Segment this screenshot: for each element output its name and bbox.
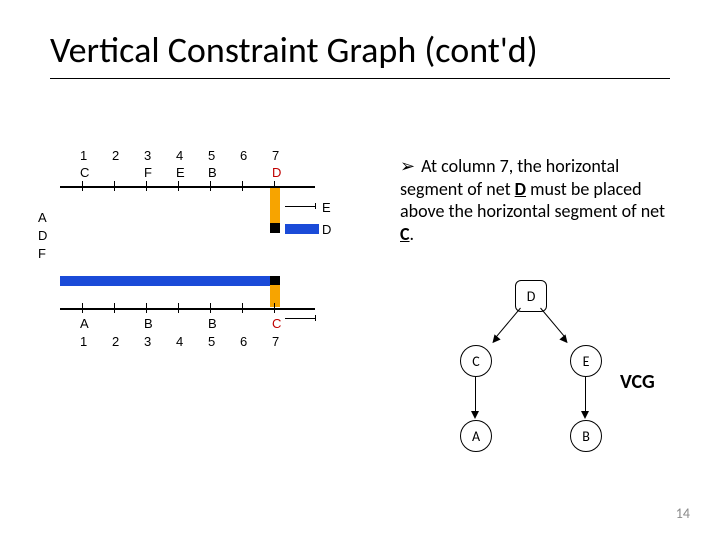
bullet-arrow-icon: ➢ [400, 155, 415, 178]
pin-bot: B [208, 316, 217, 331]
via [270, 223, 280, 233]
col-num: 3 [144, 148, 151, 163]
tick [146, 303, 147, 313]
edge-e-b [585, 377, 586, 413]
exit-rail [285, 318, 315, 319]
pin-top: B [208, 165, 217, 180]
slide-title: Vertical Constraint Graph (cont'd) [50, 28, 538, 72]
col-num: 2 [112, 148, 119, 163]
net-segment-d-exit [285, 224, 319, 234]
tick [315, 315, 316, 321]
vcg-graph: D C E A B [420, 280, 640, 460]
col-num: 1 [80, 334, 87, 349]
col-num: 7 [272, 334, 279, 349]
col-num: 2 [112, 334, 119, 349]
channel-schematic: A D F 1 2 3 4 5 6 7 C F E B D E D A B B [60, 150, 350, 380]
exit-rail [285, 206, 315, 207]
col-num: 1 [80, 148, 87, 163]
col-num: 6 [240, 334, 247, 349]
tick [82, 303, 83, 313]
vcg-node-a: A [460, 420, 492, 452]
arrowhead-icon [489, 334, 500, 345]
net-c-horizontal [60, 276, 280, 286]
vcg-node-c: C [460, 345, 492, 377]
tick [210, 181, 211, 191]
tick [178, 303, 179, 313]
edge-d-c [496, 308, 521, 338]
vcg-label: VCG [620, 370, 655, 394]
net-d-vertical [270, 188, 280, 228]
vcg-node-b: B [570, 420, 602, 452]
pin-bot: A [80, 316, 89, 331]
pin-right: D [322, 222, 331, 237]
net-c-vertical [270, 285, 280, 307]
tick [114, 181, 115, 191]
bullet-seg: . [410, 223, 415, 245]
tick [210, 303, 211, 313]
pin-top-highlight: D [272, 165, 281, 180]
tick [315, 203, 316, 209]
bullet-net-c: C [400, 223, 410, 245]
slide-number: 14 [676, 505, 690, 522]
vcg-node-e: E [570, 345, 602, 377]
tick [242, 181, 243, 191]
arrowhead-icon [581, 411, 589, 419]
row-label: A [38, 210, 47, 225]
title-underline [50, 78, 670, 79]
bullet-text: ➢At column 7, the horizontal segment of … [400, 155, 670, 245]
pin-top: C [80, 165, 89, 180]
tick [274, 303, 275, 313]
tick [242, 303, 243, 313]
col-num: 4 [176, 148, 183, 163]
edge-c-a [475, 377, 476, 413]
row-label: D [38, 228, 47, 243]
tick [178, 181, 179, 191]
tick [146, 181, 147, 191]
col-num: 7 [272, 148, 279, 163]
col-num: 5 [208, 148, 215, 163]
pin-bot-highlight: C [272, 316, 281, 331]
pin-top: F [144, 165, 152, 180]
edge-d-e [540, 308, 565, 338]
col-num: 6 [240, 148, 247, 163]
tick [82, 181, 83, 191]
col-num: 5 [208, 334, 215, 349]
col-num: 4 [176, 334, 183, 349]
col-num: 3 [144, 334, 151, 349]
arrowhead-icon [559, 334, 570, 345]
pin-right: E [322, 200, 331, 215]
bullet-net-d: D [515, 178, 526, 200]
bottom-rail [60, 308, 315, 310]
row-label: F [38, 246, 46, 261]
pin-bot: B [144, 316, 153, 331]
pin-top: E [176, 165, 185, 180]
tick [114, 303, 115, 313]
arrowhead-icon [471, 411, 479, 419]
